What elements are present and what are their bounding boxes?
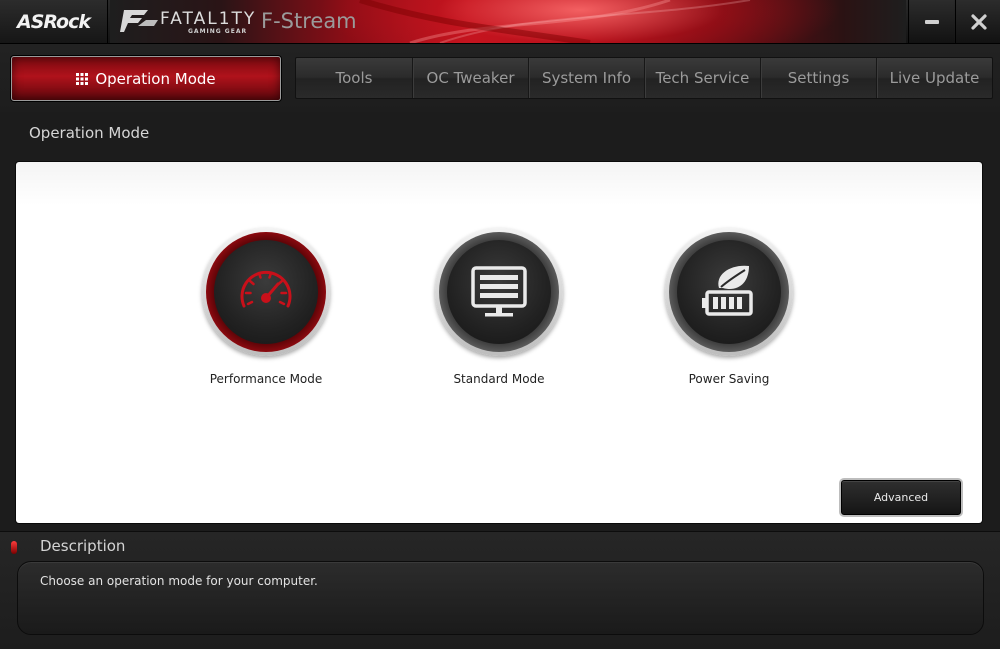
tab-tools[interactable]: Tools xyxy=(296,58,412,98)
close-icon xyxy=(970,13,987,30)
tab-tech-service[interactable]: Tech Service xyxy=(644,58,760,98)
tab-label: Operation Mode xyxy=(95,69,216,88)
title-bar: ASRock FATAL1TY GAMING GEAR F-Stream xyxy=(0,0,1000,44)
speedometer-icon xyxy=(240,270,292,308)
app-title: F-Stream xyxy=(261,9,357,33)
power-saving-button[interactable]: Power Saving xyxy=(649,228,809,386)
standard-mode-button[interactable]: Standard Mode xyxy=(419,228,579,386)
description-marker-icon xyxy=(11,541,17,554)
mode-dial xyxy=(665,228,793,356)
performance-mode-button[interactable]: Performance Mode xyxy=(186,228,346,386)
performance-mode-label: Performance Mode xyxy=(209,372,323,386)
tab-settings[interactable]: Settings xyxy=(760,58,876,98)
tab-live-update[interactable]: Live Update xyxy=(876,58,992,98)
mode-core xyxy=(677,240,781,344)
monitor-icon xyxy=(471,266,527,317)
mode-dial xyxy=(202,228,330,356)
standard-mode-label: Standard Mode xyxy=(453,372,545,386)
mode-ring xyxy=(206,232,326,352)
mode-ring xyxy=(439,232,559,352)
mode-core xyxy=(447,240,551,344)
page-title: Operation Mode xyxy=(29,124,150,142)
minimize-button[interactable] xyxy=(908,0,954,43)
mode-ring xyxy=(669,232,789,352)
title-banner: FATAL1TY GAMING GEAR F-Stream xyxy=(110,0,906,43)
leaf-battery-icon xyxy=(702,265,753,316)
tab-strip: Tools OC Tweaker System Info Tech Servic… xyxy=(295,57,993,99)
description-section: Description Choose an operation mode for… xyxy=(0,531,1000,649)
description-title: Description xyxy=(40,537,126,555)
mode-core xyxy=(214,240,318,344)
advanced-button[interactable]: Advanced xyxy=(841,480,961,515)
close-button[interactable] xyxy=(955,0,1000,43)
tab-system-info[interactable]: System Info xyxy=(528,58,644,98)
description-box: Choose an operation mode for your comput… xyxy=(17,561,984,635)
mode-dial xyxy=(435,228,563,356)
minimize-icon xyxy=(924,19,939,24)
fatality-subtitle: GAMING GEAR xyxy=(188,28,248,35)
description-text: Choose an operation mode for your comput… xyxy=(40,574,318,588)
brand-text: ASRock xyxy=(16,10,91,33)
fatality-logo-icon xyxy=(120,10,158,32)
tab-operation-mode[interactable]: Operation Mode xyxy=(11,56,281,101)
grid-icon xyxy=(76,72,89,85)
fatality-wordmark: FATAL1TY xyxy=(160,9,257,29)
mode-panel: Performance Mode Standard Mode Power Sav… xyxy=(16,162,982,523)
nav-area: Operation Mode Tools OC Tweaker System I… xyxy=(0,44,1000,112)
power-saving-label: Power Saving xyxy=(688,372,770,386)
asrock-logo: ASRock xyxy=(0,0,108,43)
tab-oc-tweaker[interactable]: OC Tweaker xyxy=(412,58,528,98)
